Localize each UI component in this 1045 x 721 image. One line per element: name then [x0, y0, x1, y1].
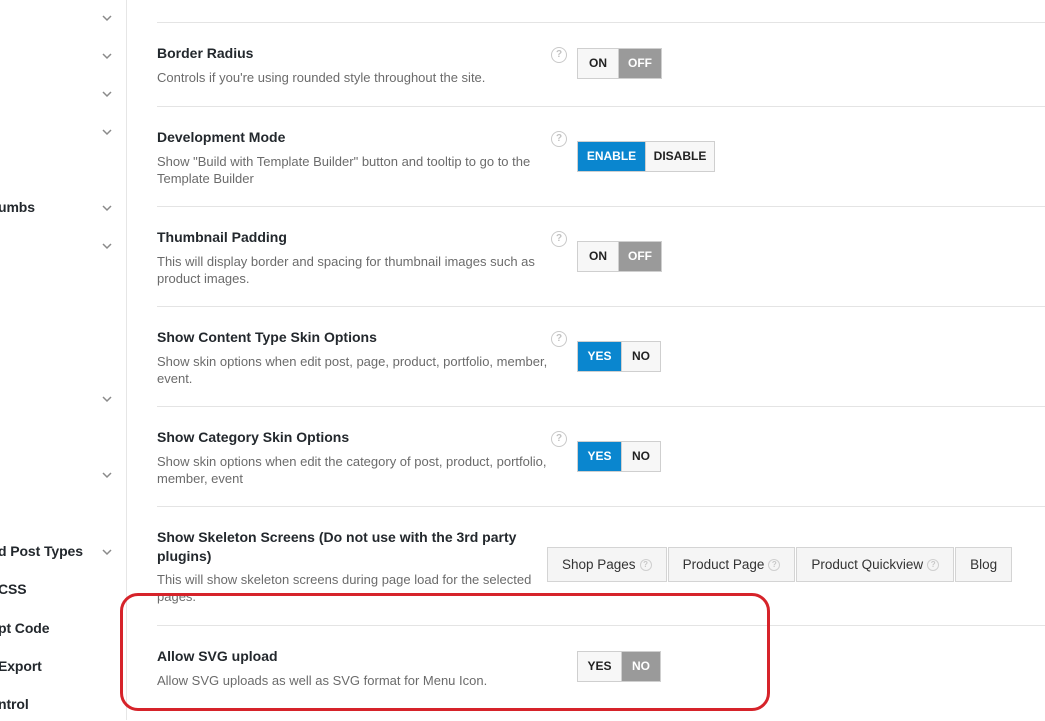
- setting-title: Show Category Skin Options: [157, 429, 350, 445]
- help-icon[interactable]: ?: [551, 331, 567, 347]
- option-disable-button[interactable]: DISABLE: [645, 142, 714, 171]
- sidebar-item-label: d Post Types: [0, 543, 83, 559]
- page-option-label: Shop Pages: [562, 557, 636, 572]
- page-option-label: Product Page: [682, 557, 765, 572]
- chevron-down-icon[interactable]: [101, 469, 113, 481]
- sidebar-item[interactable]: umbs: [0, 196, 126, 220]
- category-skin-toggle: YES NO: [577, 441, 661, 472]
- option-yes-button[interactable]: YES: [578, 342, 621, 371]
- chevron-down-icon[interactable]: [101, 126, 113, 138]
- chevron-down-icon[interactable]: [101, 546, 113, 558]
- help-icon[interactable]: ?: [768, 558, 781, 571]
- setting-row-development-mode: Development Mode Show "Build with Templa…: [157, 106, 1045, 207]
- sidebar-item-label: Export: [0, 658, 42, 674]
- option-no-button[interactable]: NO: [621, 442, 660, 471]
- help-icon[interactable]: ?: [551, 131, 567, 147]
- page-option-product-page[interactable]: Product Page ?: [667, 547, 796, 582]
- option-on-button[interactable]: ON: [578, 49, 618, 78]
- help-icon[interactable]: ?: [551, 231, 567, 247]
- page-option-shop-pages[interactable]: Shop Pages ?: [547, 547, 667, 582]
- setting-description: Show skin options when edit the category…: [157, 454, 547, 486]
- sidebar-item-label: pt Code: [0, 620, 50, 636]
- setting-description: Show skin options when edit post, page, …: [157, 354, 548, 386]
- sidebar-item-label: umbs: [0, 199, 35, 215]
- sidebar-item[interactable]: [0, 234, 126, 258]
- sidebar-item[interactable]: [0, 44, 126, 68]
- setting-row-border-radius: Border Radius Controls if you're using r…: [157, 22, 1045, 107]
- option-on-button[interactable]: ON: [578, 242, 618, 271]
- sidebar-item-control[interactable]: ntrol: [0, 693, 126, 717]
- setting-description: This will display border and spacing for…: [157, 254, 535, 286]
- sidebar-item[interactable]: ‘: [0, 463, 126, 487]
- sidebar-item-post-types[interactable]: d Post Types: [0, 540, 126, 564]
- setting-row-category-skin: Show Category Skin Options Show skin opt…: [157, 406, 1045, 507]
- setting-title: Show Content Type Skin Options: [157, 329, 377, 345]
- chevron-down-icon[interactable]: [101, 88, 113, 100]
- option-off-button[interactable]: OFF: [618, 242, 661, 271]
- sidebar-item-label: ntrol: [0, 696, 29, 712]
- sidebar-item-label: CSS: [0, 581, 27, 597]
- page-option-blog[interactable]: Blog: [955, 547, 1013, 582]
- skeleton-pages-selector: Shop Pages ? Product Page ? Product Quic…: [547, 547, 1013, 582]
- sidebar-item[interactable]: [0, 120, 126, 144]
- thumbnail-padding-toggle: ON OFF: [577, 241, 662, 272]
- setting-title: Thumbnail Padding: [157, 229, 287, 245]
- option-yes-button[interactable]: YES: [578, 442, 621, 471]
- content-type-skin-toggle: YES NO: [577, 341, 661, 372]
- setting-description: Controls if you're using rounded style t…: [157, 70, 486, 85]
- page-option-label: Blog: [970, 557, 998, 572]
- setting-title: Development Mode: [157, 129, 286, 145]
- setting-row-content-type-skin: Show Content Type Skin Options Show skin…: [157, 306, 1045, 407]
- sidebar-item-css[interactable]: CSS: [0, 578, 126, 602]
- chevron-down-icon[interactable]: [101, 240, 113, 252]
- page-option-product-quickview[interactable]: Product Quickview ?: [796, 547, 955, 582]
- sidebar: umbs ‘ d Post Types CSS pt Code Export n…: [0, 0, 127, 720]
- chevron-down-icon[interactable]: [101, 202, 113, 214]
- sidebar-item-export[interactable]: Export: [0, 655, 126, 679]
- setting-row-thumbnail-padding: Thumbnail Padding This will display bord…: [157, 206, 1045, 307]
- development-mode-toggle: ENABLE DISABLE: [577, 141, 715, 172]
- sidebar-item[interactable]: [0, 387, 126, 411]
- help-icon[interactable]: ?: [639, 558, 652, 571]
- option-off-button[interactable]: OFF: [618, 49, 661, 78]
- help-icon[interactable]: ?: [551, 431, 567, 447]
- setting-title: Show Skeleton Screens (Do not use with t…: [157, 529, 517, 564]
- chevron-down-icon[interactable]: [101, 393, 113, 405]
- sidebar-item[interactable]: [0, 6, 126, 30]
- sidebar-item-script-code[interactable]: pt Code: [0, 617, 126, 641]
- option-no-button[interactable]: NO: [621, 342, 660, 371]
- setting-title: Border Radius: [157, 45, 254, 61]
- help-icon[interactable]: ?: [551, 47, 567, 63]
- page-option-label: Product Quickview: [811, 557, 924, 572]
- chevron-down-icon[interactable]: [101, 12, 113, 24]
- border-radius-toggle: ON OFF: [577, 48, 662, 79]
- option-enable-button[interactable]: ENABLE: [578, 142, 645, 171]
- highlight-annotation: [120, 593, 770, 711]
- help-icon[interactable]: ?: [927, 558, 940, 571]
- chevron-down-icon[interactable]: [101, 50, 113, 62]
- sidebar-item[interactable]: [0, 82, 126, 106]
- setting-description: Show "Build with Template Builder" butto…: [157, 154, 531, 186]
